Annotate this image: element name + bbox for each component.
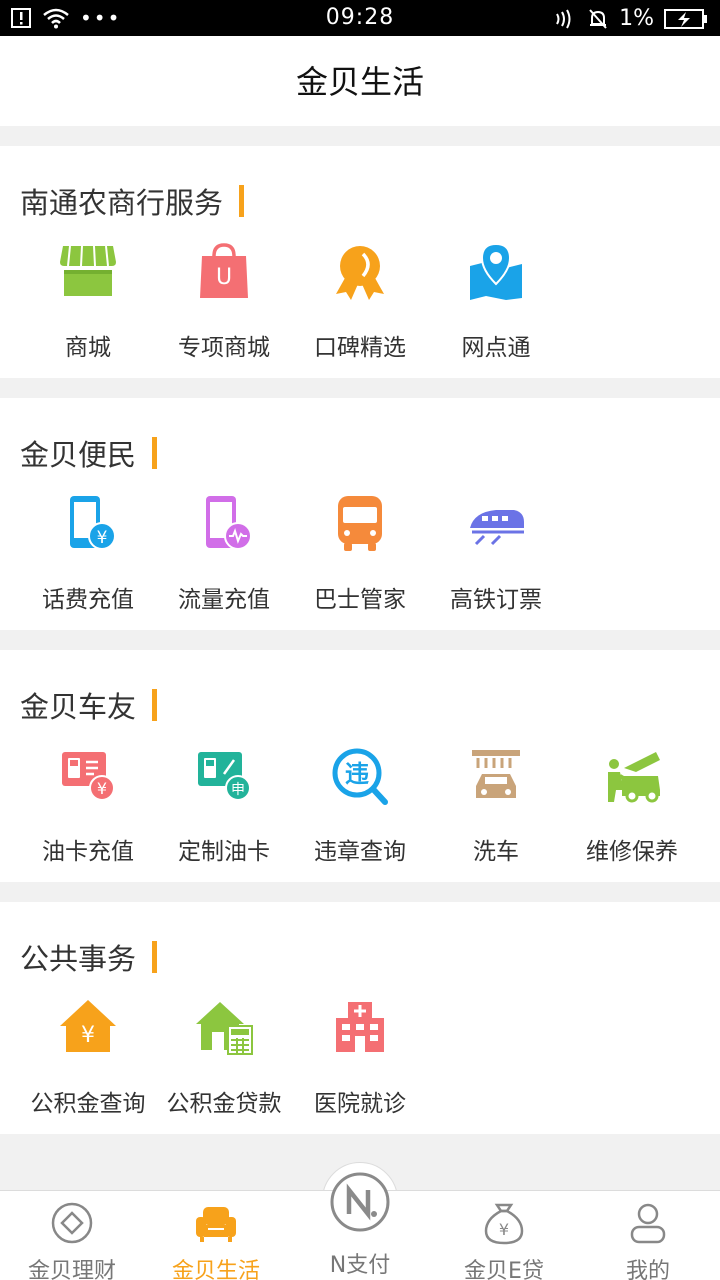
service-item-phone-recharge[interactable]: ¥ 话费充值 bbox=[20, 494, 156, 614]
service-item-fuel-card-recharge[interactable]: ¥ 油卡充值 bbox=[20, 746, 156, 866]
svg-text:¥: ¥ bbox=[97, 779, 107, 798]
shopping-bag-icon: U bbox=[200, 243, 248, 298]
service-item-mall[interactable]: 商城 bbox=[20, 242, 156, 362]
money-bag-icon: ¥ bbox=[484, 1203, 524, 1245]
section-convenience: 金贝便民 ¥ 话费充值 流量充值 巴士管家 高铁订票 bbox=[0, 398, 720, 630]
car-repair-icon bbox=[608, 752, 660, 803]
service-item-branch-locator[interactable]: 网点通 bbox=[428, 242, 564, 362]
tab-label: N支付 bbox=[329, 1253, 391, 1278]
phone-recharge-icon: ¥ bbox=[70, 496, 116, 550]
bus-icon bbox=[338, 496, 382, 551]
service-label: 商城 bbox=[65, 335, 111, 361]
svg-text:违: 违 bbox=[345, 760, 369, 788]
battery-percent: 1% bbox=[619, 6, 654, 31]
service-item-car-repair[interactable]: 维修保养 bbox=[564, 746, 700, 866]
section-title: 南通农商行服务 bbox=[20, 180, 245, 222]
service-label: 口碑精选 bbox=[314, 335, 406, 361]
service-label: 油卡充值 bbox=[42, 839, 134, 865]
medal-icon bbox=[336, 246, 384, 300]
svg-text:申: 申 bbox=[231, 782, 245, 798]
service-item-hospital[interactable]: 医院就诊 bbox=[292, 998, 428, 1118]
tab-label: 我的 bbox=[625, 1259, 670, 1280]
title-accent-bar bbox=[152, 437, 158, 469]
train-icon bbox=[470, 510, 524, 546]
map-pin-icon bbox=[470, 242, 522, 300]
sofa-icon bbox=[196, 1207, 236, 1242]
tab-label: 金贝理财 bbox=[27, 1259, 116, 1280]
store-icon bbox=[60, 245, 116, 296]
service-label: 网点通 bbox=[461, 335, 531, 361]
fuel-card-icon: ¥ bbox=[62, 752, 115, 801]
service-label: 医院就诊 bbox=[314, 1091, 406, 1117]
n-pay-icon[interactable] bbox=[328, 1170, 392, 1234]
violation-search-icon: 违 bbox=[332, 748, 388, 805]
tab-mine[interactable]: 我的 bbox=[576, 1191, 720, 1280]
svg-text:U: U bbox=[216, 265, 232, 290]
section-title: 金贝车友 bbox=[20, 684, 158, 726]
status-bar: ••• 09:28 1% bbox=[0, 0, 720, 36]
service-label: 巴士管家 bbox=[314, 587, 406, 613]
data-recharge-icon bbox=[206, 496, 252, 550]
service-item-fund-loan[interactable]: 公积金贷款 bbox=[156, 998, 292, 1118]
page-title: 金贝生活 bbox=[0, 36, 720, 126]
service-item-car-wash[interactable]: 洗车 bbox=[428, 746, 564, 866]
service-item-reputation[interactable]: 口碑精选 bbox=[292, 242, 428, 362]
service-item-violation-query[interactable]: 违 违章查询 bbox=[292, 746, 428, 866]
svg-text:¥: ¥ bbox=[81, 1023, 95, 1048]
section-title: 金贝便民 bbox=[20, 432, 158, 474]
service-item-special-mall[interactable]: U 专项商城 bbox=[156, 242, 292, 362]
title-accent-bar bbox=[239, 185, 245, 217]
custom-fuel-card-icon: 申 bbox=[198, 752, 251, 801]
tab-label: 金贝生活 bbox=[171, 1259, 260, 1280]
tab-e-loan[interactable]: ¥ 金贝E贷 bbox=[432, 1191, 576, 1280]
tab-label: 金贝E贷 bbox=[464, 1259, 544, 1280]
svg-text:¥: ¥ bbox=[499, 1220, 509, 1239]
service-label: 专项商城 bbox=[178, 335, 270, 361]
service-label: 违章查询 bbox=[314, 839, 406, 865]
service-item-data-recharge[interactable]: 流量充值 bbox=[156, 494, 292, 614]
section-bank-services: 南通农商行服务 商城 U 专项商城 口碑精选 网点通 bbox=[0, 146, 720, 378]
battery-charging-icon bbox=[664, 8, 707, 29]
section-public-affairs: 公共事务 ¥ 公积金查询 公积金贷款 医院就诊 bbox=[0, 902, 720, 1134]
section-title: 公共事务 bbox=[20, 936, 158, 978]
service-label: 话费充值 bbox=[42, 587, 134, 613]
nfc-icon bbox=[556, 9, 571, 28]
car-wash-icon bbox=[472, 750, 520, 798]
svg-text:¥: ¥ bbox=[97, 528, 108, 548]
hospital-icon bbox=[336, 1002, 384, 1052]
service-item-rail-ticket[interactable]: 高铁订票 bbox=[428, 494, 564, 614]
bell-muted-icon bbox=[589, 8, 607, 29]
service-item-custom-fuel-card[interactable]: 申 定制油卡 bbox=[156, 746, 292, 866]
service-label: 高铁订票 bbox=[450, 587, 542, 613]
service-item-fund-query[interactable]: ¥ 公积金查询 bbox=[20, 998, 156, 1118]
section-car-owners: 金贝车友 ¥ 油卡充值 申 定制油卡 违 违章查询 洗车 维修保养 bbox=[0, 650, 720, 882]
fund-loan-icon bbox=[196, 1002, 253, 1055]
service-item-bus[interactable]: 巴士管家 bbox=[292, 494, 428, 614]
title-accent-bar bbox=[152, 689, 158, 721]
fund-house-icon: ¥ bbox=[60, 1000, 116, 1052]
service-label: 定制油卡 bbox=[178, 839, 270, 865]
service-label: 公积金查询 bbox=[30, 1091, 146, 1117]
tab-life[interactable]: 金贝生活 bbox=[144, 1191, 288, 1280]
service-label: 流量充值 bbox=[178, 587, 270, 613]
diamond-icon bbox=[51, 1202, 93, 1244]
title-accent-bar bbox=[152, 941, 158, 973]
service-label: 洗车 bbox=[473, 839, 519, 865]
service-label: 公积金贷款 bbox=[166, 1091, 282, 1117]
user-icon bbox=[630, 1203, 666, 1244]
tab-wealth[interactable]: 金贝理财 bbox=[0, 1191, 144, 1280]
service-label: 维修保养 bbox=[586, 839, 678, 865]
